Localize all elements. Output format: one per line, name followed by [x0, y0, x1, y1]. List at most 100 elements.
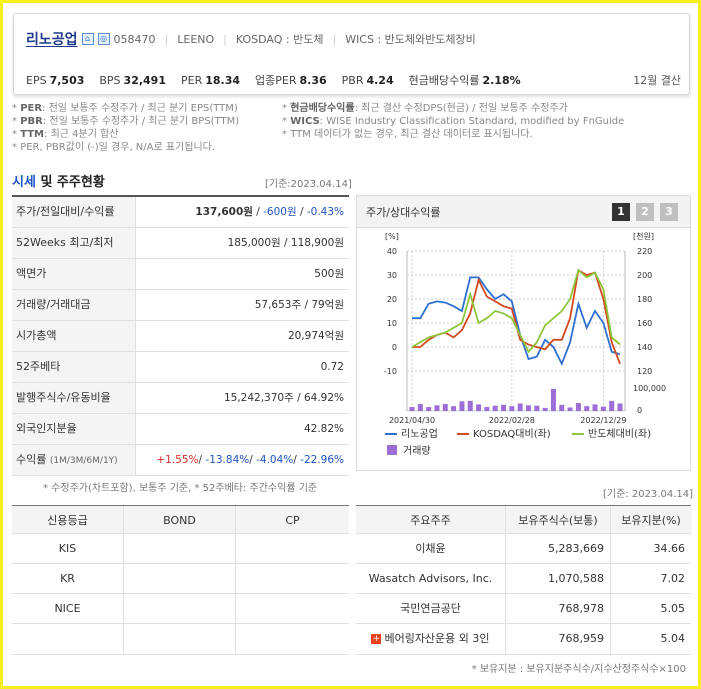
table-row: 국민연금공단 768,978 5.05 [356, 594, 691, 624]
volume-bar [609, 400, 615, 411]
volume-bar [525, 405, 531, 411]
volume-bar [550, 389, 556, 411]
legend-label: 리노공업 [401, 427, 438, 440]
y-tick-right: 220 [637, 247, 652, 256]
y-tick-right: 120 [637, 367, 652, 376]
ir-icon[interactable]: ◎ [97, 33, 110, 45]
table-row: 시가총액 20,974억원 [12, 321, 349, 352]
volume-bar [559, 404, 565, 411]
y-tick-left: -10 [384, 367, 397, 376]
price-chart: -10 0 10 20 30 40 120 140 160 180 200 220 [%] [천원] 202… [384, 231, 666, 457]
y-tick-left: 40 [387, 247, 397, 256]
table-row: 발행주식수/유동비율 15,242,370주 / 64.92% [12, 383, 349, 414]
metric-label: 현금배당수익률 [408, 74, 480, 87]
y-tick-right: 160 [637, 319, 652, 328]
x-tick-label: 2022/12/29 [580, 416, 626, 425]
table-row: 52주베타 0.72 [12, 352, 349, 383]
table-row: 이채윤 5,283,669 34.66 [356, 534, 691, 564]
volume-bar [584, 406, 590, 411]
volume-bar [534, 405, 540, 411]
legend-label: 거래량 [403, 445, 431, 457]
legend-label: 반도체대비(좌) [588, 428, 651, 440]
volume-bar [484, 407, 490, 411]
table-row: 외국인지분율 42.82% [12, 414, 349, 445]
volume-bar [517, 403, 523, 411]
volume-bar [426, 407, 432, 411]
basis-date: [기준:2023.04.14] [265, 179, 352, 190]
series-line [412, 276, 621, 367]
y-tick-left: 0 [392, 343, 397, 352]
legend-label: KOSDAQ대비(좌) [473, 428, 551, 440]
holders-note: * 보유지분 : 보유지분주식수/지수산정주식수×100 [471, 664, 686, 675]
volume-tick: 100,000 [633, 384, 666, 393]
volume-bar [442, 403, 448, 411]
major-holders-table: 주요주주 보유주식수(보통) 보유지분(%) 이채윤 5,283,669 34.… [356, 505, 691, 655]
table-row: NICE [12, 594, 349, 624]
metrics-row: EPS 7,503 BPS 32,491 PER 18.34 업종PER 8.3… [26, 72, 681, 88]
y-tick-right: 200 [637, 271, 652, 280]
wics-label: WICS : 반도체와반도체장비 [345, 33, 476, 46]
home-icon[interactable]: ⌂ [81, 33, 94, 45]
chart-panel-title: 주가/상대수익률 [366, 205, 441, 219]
volume-bar [434, 405, 440, 411]
metric-value: 4.24 [366, 73, 394, 87]
metric-label: PBR [341, 73, 364, 87]
chart-page-1-button[interactable]: 1 [612, 203, 630, 221]
divider: | [332, 32, 337, 46]
volume-bar [459, 401, 465, 411]
x-tick-label: 2022/02/28 [489, 416, 535, 425]
definition-notes-right: * 현금배당수익률: 최근 결산 수정DPS(현금) / 전일 보통주 수정주가… [282, 103, 625, 140]
table-row: 거래량/거래대금 57,653주 / 79억원 [12, 290, 349, 321]
volume-bar [592, 404, 598, 411]
price-cell: 137,600원 / -600원 / -0.43% [195, 206, 344, 218]
expand-plus-icon[interactable]: + [371, 634, 382, 644]
table-row: 주가/전일대비/수익률 137,600원 / -600원 / -0.43% [12, 197, 349, 228]
page-frame: 리노공업 ⌂ ◎ 058470 | LEENO | KOSDAQ : 반도체 |… [0, 0, 701, 689]
volume-bar [600, 406, 606, 411]
divider: | [164, 32, 169, 46]
chart-page-3-button[interactable]: 3 [660, 203, 678, 221]
table-row: KR [12, 564, 349, 594]
settlement-month: 12월 결산 [633, 74, 681, 87]
table-row: KIS [12, 534, 349, 564]
chart-page-2-button[interactable]: 2 [636, 203, 654, 221]
definition-notes-left: * PER: 전일 보통주 수정주가 / 최근 분기 EPS(TTM) * PB… [12, 103, 240, 153]
volume-bar [417, 403, 423, 411]
credit-rating-table: 신용등급 BOND CP KIS KR NICE [12, 505, 349, 655]
volume-bar [409, 407, 415, 411]
market-table: 주가/전일대비/수익률 137,600원 / -600원 / -0.43% 52… [12, 195, 349, 476]
market-table-note: * 수정주가(차트포함), 보통주 기준, * 52주베타: 주간수익률 기준 [43, 483, 318, 494]
volume-bar [575, 403, 581, 411]
metric-value: 32,491 [123, 73, 166, 87]
volume-bar [509, 406, 515, 411]
table-row: 52Weeks 최고/최저 185,000원 / 118,900원 [12, 228, 349, 259]
volume-bar [542, 407, 548, 411]
company-title-row: 리노공업 ⌂ ◎ 058470 | LEENO | KOSDAQ : 반도체 |… [26, 30, 476, 48]
series-line [411, 268, 621, 354]
table-header-row: 신용등급 BOND CP [12, 506, 349, 534]
volume-bar [467, 400, 473, 411]
metric-value: 2.18% [482, 73, 521, 87]
metric-label: 업종PER [255, 74, 297, 87]
y-tick-right: 180 [637, 295, 652, 304]
metric-label: BPS [99, 73, 121, 87]
stock-code: 058470 [113, 32, 156, 46]
volume-bar [476, 404, 482, 411]
metric-value: 8.36 [299, 73, 327, 87]
returns-cell: +1.55%/ -13.84%/ -4.04%/ -22.96% [156, 454, 344, 466]
x-tick-label: 2021/04/30 [389, 416, 435, 425]
metric-value: 18.34 [205, 73, 241, 87]
y-tick-left: 30 [387, 271, 397, 280]
divider: | [223, 32, 227, 46]
y-tick-right: 140 [637, 343, 652, 352]
company-header: 리노공업 ⌂ ◎ 058470 | LEENO | KOSDAQ : 반도체 |… [13, 13, 690, 95]
volume-tick: 0 [637, 406, 642, 415]
market-label: KOSDAQ : 반도체 [235, 33, 324, 46]
y-tick-left: 10 [387, 319, 397, 328]
y-axis-label-right: [천원] [633, 231, 654, 241]
company-name[interactable]: 리노공업 [26, 29, 78, 49]
price-chart-panel: 주가/상대수익률 1 2 3 -10 0 10 20 30 40 120 140 160 180 2… [356, 195, 691, 471]
metric-label: EPS [26, 73, 47, 87]
table-row: 액면가 500원 [12, 259, 349, 290]
table-header-row: 주요주주 보유주식수(보통) 보유지분(%) [356, 506, 691, 534]
